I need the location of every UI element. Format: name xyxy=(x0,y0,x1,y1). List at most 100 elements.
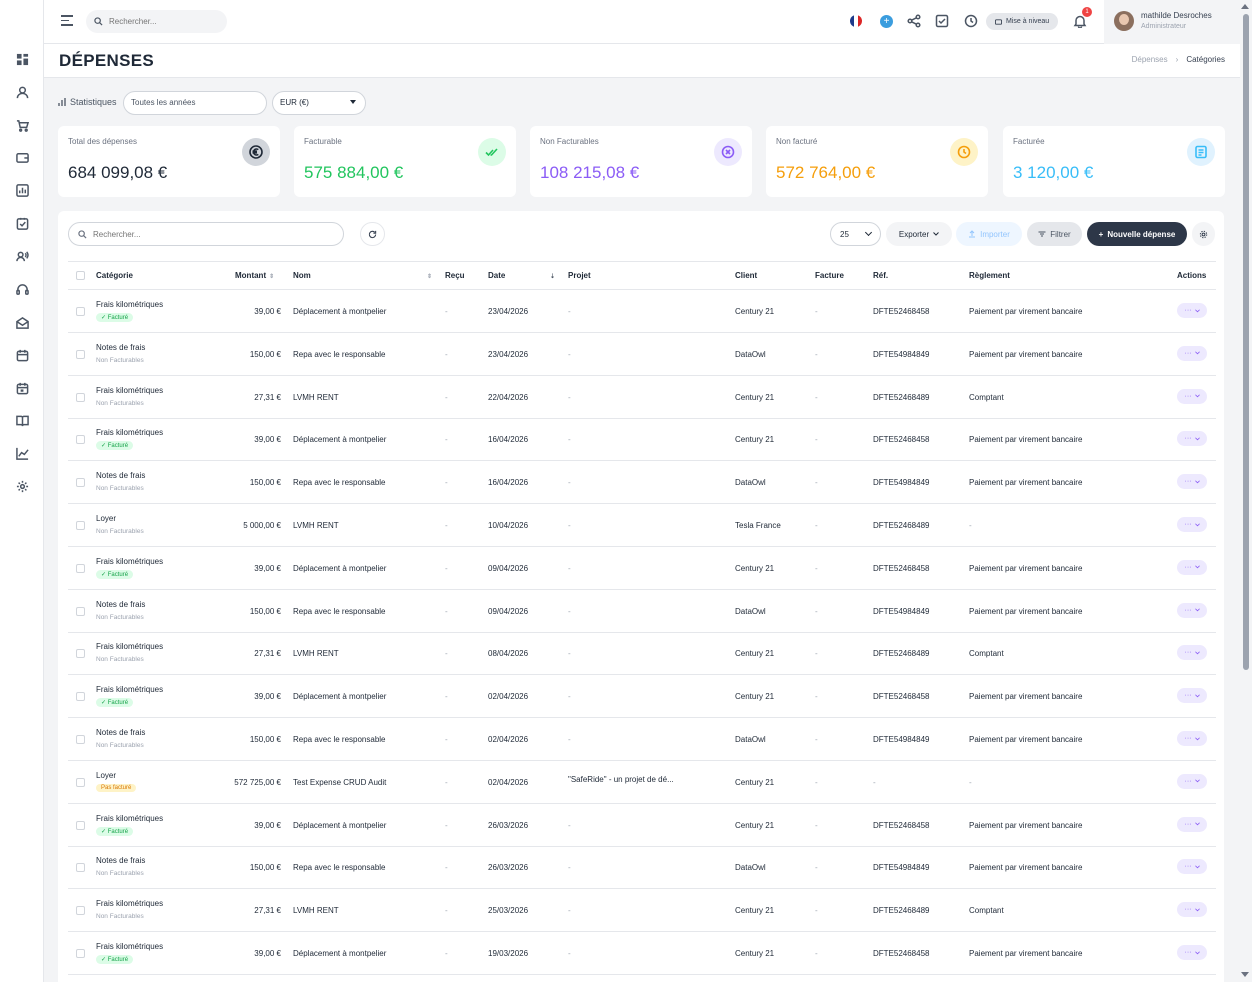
table-row[interactable]: Notes de frais Non Facturables 150,00 € Rep… xyxy=(68,333,1216,376)
row-checkbox[interactable] xyxy=(76,692,85,702)
statistics-label[interactable]: Statistiques xyxy=(58,97,117,107)
row-actions-button[interactable]: ··· xyxy=(1177,517,1207,532)
row-checkbox[interactable] xyxy=(76,435,85,445)
row-actions-button[interactable]: ··· xyxy=(1177,816,1207,832)
table-row[interactable]: Frais kilométriques Non Facturables 27,31 … xyxy=(68,376,1216,419)
table-row[interactable]: Frais kilométriques ✓ Facturé 39,00 € Dépla… xyxy=(68,290,1216,333)
scroll-down-arrow[interactable] xyxy=(1241,972,1249,977)
row-checkbox[interactable] xyxy=(76,777,85,787)
row-actions-button[interactable]: ··· xyxy=(1177,945,1207,960)
checkbox-task-icon[interactable] xyxy=(935,14,949,28)
clock-icon[interactable] xyxy=(964,14,978,28)
row-actions-button[interactable]: ··· xyxy=(1177,303,1207,318)
row-checkbox[interactable] xyxy=(76,606,85,616)
table-row[interactable]: Loyer Non Facturables 5 000,00 € LVMH RENT -… xyxy=(68,504,1216,547)
table-row[interactable]: Frais kilométriques Non Facturables 27,31 … xyxy=(68,632,1216,676)
currency-select[interactable]: EUR (€) xyxy=(272,91,366,115)
table-row[interactable]: Frais kilométriques ✓ Facturé 39,00 € Dépla… xyxy=(68,547,1216,590)
row-actions-button[interactable]: ··· xyxy=(1177,602,1207,618)
support-icon[interactable] xyxy=(14,281,30,297)
table-row[interactable]: Notes de frais Non Facturables 150,00 € Rep… xyxy=(68,718,1216,761)
year-select[interactable]: Toutes les années xyxy=(123,91,267,115)
row-actions-button[interactable]: ··· xyxy=(1177,773,1207,789)
user-menu[interactable]: mathilde Desroches Administrateur xyxy=(1104,0,1240,44)
per-page-select[interactable]: 25 xyxy=(830,222,881,246)
col-client[interactable]: Client xyxy=(735,271,757,280)
row-checkbox[interactable] xyxy=(76,906,85,916)
col-category[interactable]: Catégorie xyxy=(96,271,133,280)
table-row[interactable]: Frais kilométriques ✓ Facturé 39,00 € Dépla… xyxy=(68,932,1216,975)
table-search-input[interactable] xyxy=(93,229,323,239)
table-search[interactable] xyxy=(68,222,344,246)
row-checkbox[interactable] xyxy=(76,478,85,488)
col-project[interactable]: Projet xyxy=(568,271,591,280)
quick-add-icon[interactable]: + xyxy=(880,15,893,28)
row-actions-button[interactable]: ··· xyxy=(1177,731,1207,746)
scroll-up-arrow[interactable] xyxy=(1241,4,1249,9)
table-row[interactable]: Frais kilométriques ✓ Facturé 39,00 € Dépla… xyxy=(68,675,1216,719)
table-row[interactable]: Notes de frais Non Facturables 150,00 € Rep… xyxy=(68,846,1216,890)
row-checkbox[interactable] xyxy=(76,949,85,958)
row-actions-button[interactable]: ··· xyxy=(1177,688,1207,704)
analytics-icon[interactable] xyxy=(14,445,30,461)
mail-icon[interactable] xyxy=(14,314,30,330)
col-name[interactable]: Nom xyxy=(293,271,311,280)
book-icon[interactable] xyxy=(14,412,30,428)
table-row[interactable]: Frais kilométriques ✓ Facturé 39,00 € Dépla… xyxy=(68,418,1216,462)
table-settings-button[interactable] xyxy=(1192,222,1215,246)
row-actions-button[interactable]: ··· xyxy=(1177,388,1207,404)
sort-desc-icon[interactable]: ⇣ xyxy=(547,271,555,280)
row-actions-button[interactable]: ··· xyxy=(1177,902,1207,918)
row-checkbox[interactable] xyxy=(76,307,85,316)
row-actions-button[interactable]: ··· xyxy=(1177,345,1207,361)
row-checkbox[interactable] xyxy=(76,521,85,530)
col-date[interactable]: Date xyxy=(488,271,505,280)
calendar-icon[interactable] xyxy=(14,347,30,363)
row-actions-button[interactable]: ··· xyxy=(1177,474,1207,490)
table-row[interactable]: Notes de frais Non Facturables 150,00 € Rep… xyxy=(68,461,1216,505)
breadcrumb-item[interactable]: Dépenses xyxy=(1132,55,1168,64)
user-icon[interactable] xyxy=(14,84,30,100)
report-icon[interactable] xyxy=(14,182,30,198)
row-actions-button[interactable]: ··· xyxy=(1177,431,1207,447)
export-button[interactable]: Exporter xyxy=(886,222,952,246)
col-invoice[interactable]: Facture xyxy=(815,271,844,280)
row-actions-button[interactable]: ··· xyxy=(1177,645,1207,661)
refresh-button[interactable] xyxy=(360,222,385,246)
col-amount[interactable]: Montant ⇕ xyxy=(235,271,274,280)
select-all-checkbox[interactable] xyxy=(76,271,85,280)
col-payment[interactable]: Règlement xyxy=(969,271,1010,280)
settings-icon[interactable] xyxy=(14,478,30,494)
col-receipt[interactable]: Reçu xyxy=(445,271,465,280)
wallet-icon[interactable] xyxy=(14,149,30,165)
table-row[interactable]: Notes de frais Non Facturables 150,00 € Rep… xyxy=(68,590,1216,633)
row-checkbox[interactable] xyxy=(76,349,85,359)
dashboard-icon[interactable] xyxy=(14,51,30,67)
row-checkbox[interactable] xyxy=(76,392,85,402)
share-icon[interactable] xyxy=(907,14,921,28)
task-icon[interactable] xyxy=(14,215,30,231)
row-checkbox[interactable] xyxy=(76,735,85,744)
table-row[interactable]: Frais kilométriques ✓ Facturé 39,00 € Dépla… xyxy=(68,804,1216,847)
scrollbar-thumb[interactable] xyxy=(1243,14,1249,670)
row-checkbox[interactable] xyxy=(76,563,85,573)
menu-toggle-icon[interactable] xyxy=(61,15,73,27)
calendar-check-icon[interactable] xyxy=(14,380,30,396)
table-row[interactable]: Frais kilométriques Non Facturables 27,31 … xyxy=(68,889,1216,933)
import-button[interactable]: Importer xyxy=(956,222,1022,246)
sort-icon[interactable]: ⇕ xyxy=(424,271,432,280)
table-row[interactable]: Loyer Pas facturé 572 725,00 € Test Expense… xyxy=(68,761,1216,804)
cart-icon[interactable] xyxy=(14,117,30,133)
global-search[interactable] xyxy=(86,10,227,33)
upgrade-button[interactable]: Mise à niveau xyxy=(986,13,1059,30)
row-checkbox[interactable] xyxy=(76,820,85,830)
filter-button[interactable]: Filtrer xyxy=(1027,222,1082,246)
global-search-input[interactable] xyxy=(109,17,219,26)
contacts-icon[interactable] xyxy=(14,248,30,264)
french-flag-icon[interactable] xyxy=(850,15,862,27)
row-actions-button[interactable]: ··· xyxy=(1177,559,1207,575)
col-ref[interactable]: Réf. xyxy=(873,271,888,280)
new-expense-button[interactable]: + Nouvelle dépense xyxy=(1087,222,1187,246)
row-checkbox[interactable] xyxy=(76,649,85,659)
row-actions-button[interactable]: ··· xyxy=(1177,859,1207,875)
